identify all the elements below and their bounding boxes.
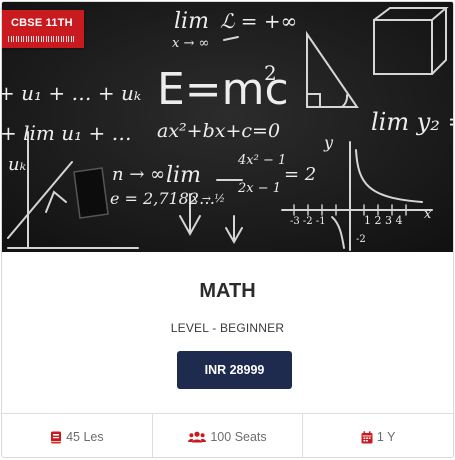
svg-text:lim: lim [166, 163, 201, 188]
course-level: LEVEL - BEGINNER [170, 321, 285, 335]
svg-text:x: x [424, 207, 432, 222]
svg-text:n → ∞: n → ∞ [112, 164, 165, 185]
barcode-decoration [8, 36, 74, 42]
svg-text:-3 -2 -1: -3 -2 -1 [290, 216, 326, 227]
svg-text:uₖ: uₖ [8, 154, 27, 175]
svg-text:= 2: = 2 [284, 164, 316, 185]
class-badge-label: CBSE 11TH [11, 17, 73, 29]
svg-text:2: 2 [264, 61, 277, 85]
svg-text:1 2 3 4: 1 2 3 4 [364, 214, 402, 227]
svg-text:ax²+bx+c=0: ax²+bx+c=0 [157, 120, 280, 142]
svg-text:ℒ = +∞: ℒ = +∞ [220, 9, 297, 33]
seats-stat: 100 Seats [153, 414, 304, 457]
chalk-eraser [73, 167, 109, 219]
users-icon [188, 431, 207, 443]
lessons-stat: 45 Les [2, 414, 153, 457]
svg-text:-2: -2 [356, 234, 366, 245]
course-title: MATH [199, 280, 256, 302]
duration-value: 1 Y [376, 430, 396, 444]
course-stats-bar: 45 Les 100 Seats 1 Y [2, 413, 453, 457]
calendar-icon [361, 430, 373, 444]
price-button[interactable]: INR 28999 [177, 351, 292, 389]
course-card[interactable]: lim ℒ = +∞ x → ∞ E=mc 2 ax²+bx+c=0 lim y… [1, 1, 454, 458]
svg-text:+ lim u₁ + …: + lim u₁ + … [2, 121, 132, 145]
svg-text:x → ∞: x → ∞ [172, 36, 209, 51]
svg-text:y: y [323, 133, 334, 152]
svg-text:2x − 1: 2x − 1 [237, 181, 281, 196]
svg-text:lim: lim [174, 9, 209, 34]
svg-text:+ u₁ + … + uₖ: + u₁ + … + uₖ [2, 81, 141, 105]
svg-text:4x² − 1: 4x² − 1 [237, 153, 286, 168]
class-badge: CBSE 11TH [2, 10, 84, 48]
seats-count: 100 Seats [210, 430, 267, 444]
duration-stat: 1 Y [303, 414, 453, 457]
svg-text:lim y₂ = b: lim y₂ = b [371, 108, 453, 136]
book-icon [50, 431, 62, 444]
math-chalkboard-image[interactable]: lim ℒ = +∞ x → ∞ E=mc 2 ax²+bx+c=0 lim y… [2, 2, 453, 252]
lessons-count: 45 Les [66, 430, 104, 444]
svg-text:x → ½: x → ½ [192, 192, 225, 205]
